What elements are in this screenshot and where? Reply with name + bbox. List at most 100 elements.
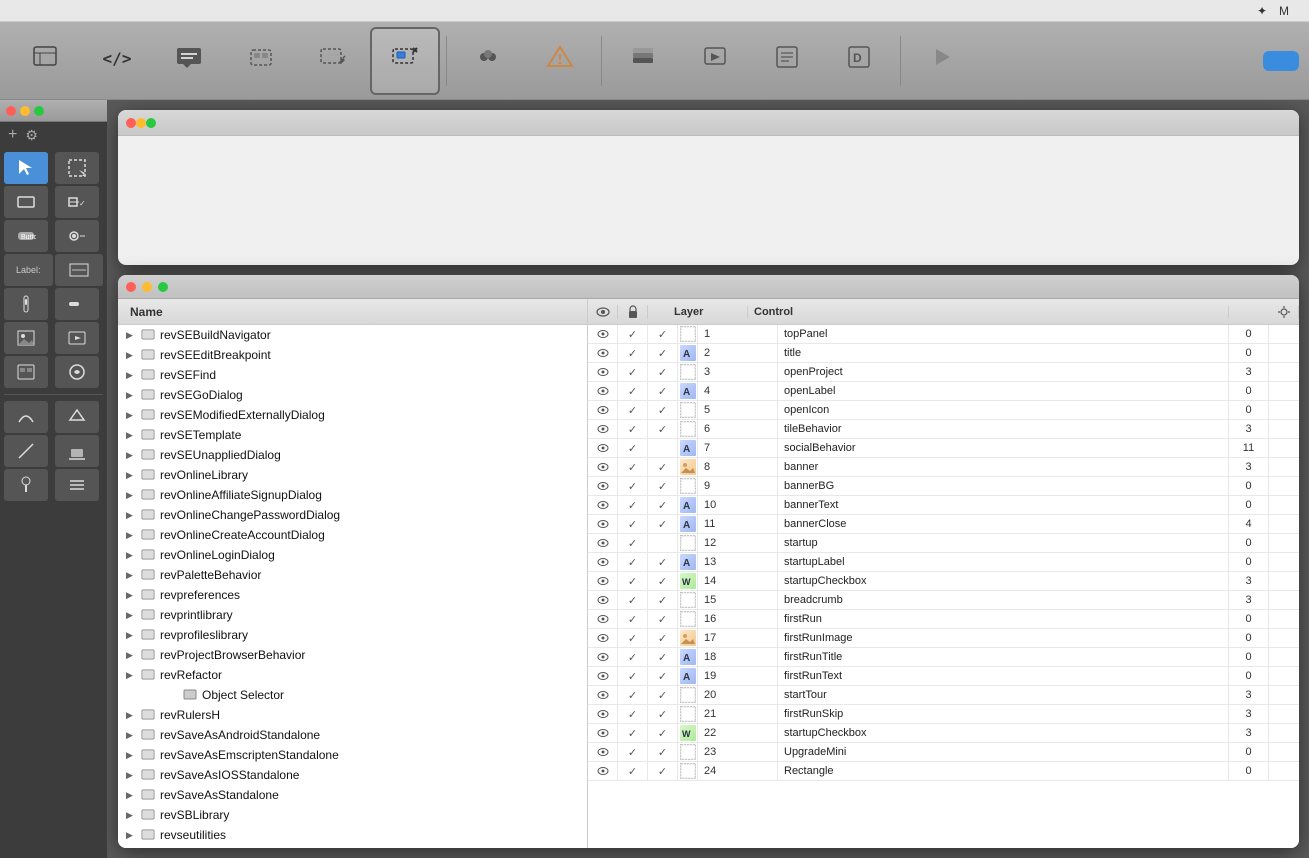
layer-row[interactable]: ✓✓W14startupCheckbox3 [588, 572, 1299, 591]
tool-player[interactable] [55, 322, 99, 354]
layer-row[interactable]: ✓✓W22startupCheckbox3 [588, 724, 1299, 743]
layer-row[interactable]: ✓✓6tileBehavior3 [588, 420, 1299, 439]
cell-eye [588, 534, 618, 552]
tool-marquee[interactable] [55, 152, 99, 184]
tools-minimize-button[interactable] [20, 106, 30, 116]
tools-close-button[interactable] [6, 106, 16, 116]
layer-row[interactable]: ✓✓A2title0 [588, 344, 1299, 363]
tree-item[interactable]: ▶revSEModifiedExternallyDialog [118, 405, 587, 425]
cell-eye [588, 724, 618, 742]
layer-row[interactable]: ✓✓23UpgradeMini0 [588, 743, 1299, 762]
layer-row[interactable]: ✓✓15breadcrumb3 [588, 591, 1299, 610]
tool-label[interactable]: Label: [4, 254, 53, 286]
start-minimize-button[interactable] [136, 118, 146, 128]
tree-item[interactable]: ▶revOnlineAffiliateSignupDialog [118, 485, 587, 505]
tree-item[interactable]: ▶revSEEditBreakpoint [118, 345, 587, 365]
tool-image[interactable] [4, 322, 48, 354]
tool-curve[interactable] [4, 401, 48, 433]
tree-item[interactable]: ▶revSaveAsAndroidStandalone [118, 725, 587, 745]
tree-item[interactable]: ▶revOnlineCreateAccountDialog [118, 525, 587, 545]
tree-item[interactable]: ▶revseutilities [118, 825, 587, 845]
tool-button[interactable]: Button [4, 220, 48, 252]
tree-item[interactable]: ▶revSaveAsIOSStandalone [118, 765, 587, 785]
layer-row[interactable]: ✓✓A18firstRunTitle0 [588, 648, 1299, 667]
tree-item[interactable]: ▶revRefactor [118, 665, 587, 685]
layer-row[interactable]: ✓✓5openIcon0 [588, 401, 1299, 420]
tree-item[interactable]: ▶revOnlineLibrary [118, 465, 587, 485]
start-maximize-button[interactable] [146, 118, 156, 128]
tool-polygon[interactable] [55, 401, 99, 433]
toolbar-test[interactable] [907, 27, 977, 95]
tree-item[interactable]: ▶revSEBuildNavigator [118, 325, 587, 345]
layer-row[interactable]: ✓✓17firstRunImage0 [588, 629, 1299, 648]
toolbar-sample-stacks[interactable] [608, 27, 678, 95]
toolbar-code[interactable]: </> [82, 27, 152, 95]
tree-item[interactable]: ▶revPaletteBehavior [118, 565, 587, 585]
tree-item[interactable]: ▶revSEFind [118, 365, 587, 385]
tree-item[interactable]: ▶revRulersH [118, 705, 587, 725]
layer-row[interactable]: ✓✓A10bannerText0 [588, 496, 1299, 515]
tree-item[interactable]: Object Selector [118, 685, 587, 705]
tree-item[interactable]: ▶revprintlibrary [118, 605, 587, 625]
tree-item[interactable]: ▶revSBLibrary [118, 805, 587, 825]
tree-item[interactable]: ▶revSEUnappliedDialog [118, 445, 587, 465]
tools-add-button[interactable]: + [8, 126, 17, 144]
tool-progress[interactable] [55, 288, 99, 320]
toolbar-edit-group[interactable] [298, 27, 368, 95]
toolbar-tutorials[interactable] [680, 27, 750, 95]
select-grouped-icon [391, 44, 419, 74]
toolbar-messages[interactable] [453, 27, 523, 95]
layer-row[interactable]: ✓✓24Rectangle0 [588, 762, 1299, 781]
tools-maximize-button[interactable] [34, 106, 44, 116]
tool-checkbox[interactable]: ✓ [55, 186, 99, 218]
layer-row[interactable]: ✓✓21firstRunSkip3 [588, 705, 1299, 724]
layer-row[interactable]: ✓✓8banner3 [588, 458, 1299, 477]
tree-item[interactable]: ▶revOnlineLoginDialog [118, 545, 587, 565]
toolbar-inspector[interactable] [10, 27, 80, 95]
layer-row[interactable]: ✓12startup0 [588, 534, 1299, 553]
layer-row[interactable]: ✓✓1topPanel0 [588, 325, 1299, 344]
tool-rectangle[interactable] [4, 186, 48, 218]
tree-item[interactable]: ▶revSaveAsStandalone [118, 785, 587, 805]
layer-row[interactable]: ✓✓9bannerBG0 [588, 477, 1299, 496]
toolbar-message-box[interactable] [154, 27, 224, 95]
tool-lines[interactable] [55, 469, 99, 501]
tool-grouped[interactable] [4, 356, 48, 388]
tree-item[interactable]: ▶revprofileslibrary [118, 625, 587, 645]
tool-widget[interactable] [55, 356, 99, 388]
layer-row[interactable]: ✓✓A4openLabel0 [588, 382, 1299, 401]
tree-item[interactable]: ▶revSETemplate [118, 425, 587, 445]
toolbar-select-grouped[interactable] [370, 27, 440, 95]
toolbar-group[interactable] [226, 27, 296, 95]
pb-maximize-button[interactable] [158, 282, 168, 292]
layer-row[interactable]: ✓✓3openProject3 [588, 363, 1299, 382]
upgrade-button[interactable] [1263, 51, 1299, 71]
svg-text:✓: ✓ [79, 199, 86, 208]
tree-item[interactable]: ▶revOnlineChangePasswordDialog [118, 505, 587, 525]
layer-row[interactable]: ✓✓A11bannerClose4 [588, 515, 1299, 534]
tool-arrow[interactable] [4, 152, 48, 184]
pb-minimize-button[interactable] [142, 282, 152, 292]
tools-gear-button[interactable]: ⚙ [25, 127, 38, 144]
toolbar-dictionary[interactable]: D [824, 27, 894, 95]
tool-line[interactable] [4, 435, 48, 467]
layer-row[interactable]: ✓✓20startTour3 [588, 686, 1299, 705]
tree-item[interactable]: ▶revSaveAsEmscriptenStandalone [118, 745, 587, 765]
toolbar-errors[interactable] [525, 27, 595, 95]
pb-close-button[interactable] [126, 282, 136, 292]
start-close-button[interactable] [126, 118, 136, 128]
tree-item[interactable]: ▶revpreferences [118, 585, 587, 605]
layer-row[interactable]: ✓A7socialBehavior11 [588, 439, 1299, 458]
tree-item[interactable]: ▶revshortcutslibrary [118, 845, 587, 848]
tool-textfield[interactable] [55, 254, 104, 286]
toolbar-resources[interactable] [752, 27, 822, 95]
layer-row[interactable]: ✓✓A13startupLabel0 [588, 553, 1299, 572]
tool-eraser[interactable] [55, 435, 99, 467]
tool-scrollbar[interactable] [4, 288, 48, 320]
layer-row[interactable]: ✓✓16firstRun0 [588, 610, 1299, 629]
layer-row[interactable]: ✓✓A19firstRunText0 [588, 667, 1299, 686]
tree-item[interactable]: ▶revSEGoDialog [118, 385, 587, 405]
tree-item[interactable]: ▶revProjectBrowserBehavior [118, 645, 587, 665]
tool-paint[interactable] [4, 469, 48, 501]
tool-radio[interactable] [55, 220, 99, 252]
